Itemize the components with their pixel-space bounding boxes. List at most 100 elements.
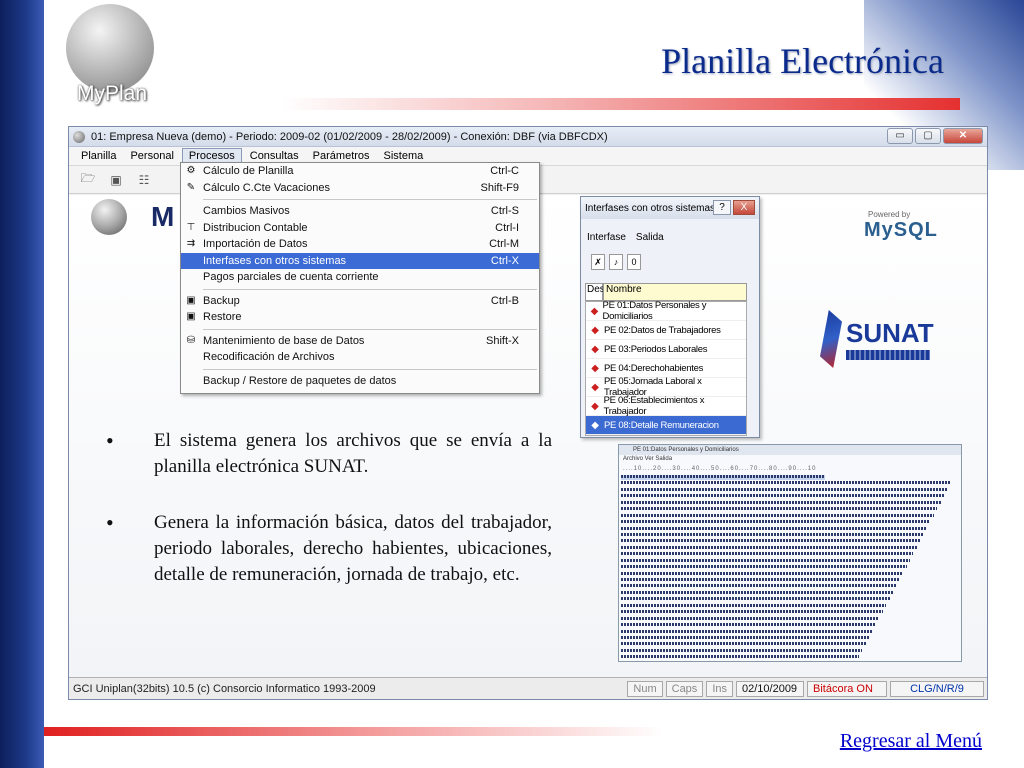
dropdown-item[interactable]: ⚙ Cálculo de Planilla Ctrl-C xyxy=(181,163,539,180)
dropdown-item-label: Interfases con otros sistemas xyxy=(203,254,347,267)
window-controls: ▭ ▢ ✕ xyxy=(887,128,983,144)
sunat-text: SUNAT xyxy=(846,318,934,348)
minimize-button[interactable]: ▭ xyxy=(887,128,913,144)
grid-icon[interactable]: ☷ xyxy=(133,170,155,190)
data-file-window: PE 01:Datos Personales y Domiciliarios A… xyxy=(618,444,962,662)
procesos-dropdown: ⚙ Cálculo de Planilla Ctrl-C ✎ Cálculo C.Cte… xyxy=(180,162,540,394)
data-record-line xyxy=(621,572,903,577)
dialog-menu-interfase[interactable]: Interfase xyxy=(587,232,626,243)
dropdown-item[interactable]: ✎ Cálculo C.Cte Vacaciones Shift-F9 xyxy=(181,180,539,197)
zero-icon[interactable]: 0 xyxy=(627,254,641,270)
menu-sistema[interactable]: Sistema xyxy=(378,149,430,163)
menu-separator xyxy=(203,288,537,290)
data-record-line xyxy=(621,617,879,622)
list-item[interactable]: ◆ PE 01:Datos Personales y Domiciliarios xyxy=(586,300,746,322)
dropdown-item[interactable]: Pagos parciales de cuenta corriente xyxy=(181,269,539,286)
powered-by-text: Powered by xyxy=(868,210,911,219)
data-record-line xyxy=(621,546,917,551)
database-icon: ⛁ xyxy=(186,334,196,346)
data-window-menu: Archivo Ver Salida xyxy=(623,456,673,462)
data-record-line xyxy=(621,630,873,635)
list-item[interactable]: ◆ PE 02:Datos de Trabajadores xyxy=(586,321,746,340)
status-ins: Ins xyxy=(706,680,733,697)
data-window-ruler: ....10....20....30....40....50....60....… xyxy=(623,466,817,472)
diamond-icon: ◆ xyxy=(590,305,599,317)
dialog-menu-salida[interactable]: Salida xyxy=(636,232,664,243)
slide: MyPlan Planilla Electrónica 01: Empresa … xyxy=(0,0,1024,768)
list-item[interactable]: ◆ PE 03:Periodos Laborales xyxy=(586,340,746,359)
dropdown-item-label: Distribucion Contable xyxy=(203,221,308,234)
menu-planilla[interactable]: Planilla xyxy=(75,149,122,163)
dialog-titlebar[interactable]: Interfases con otros sistemas ? X xyxy=(581,197,759,219)
diamond-icon: ◆ xyxy=(591,362,599,374)
dropdown-item[interactable]: Cambios Masivos Ctrl-S xyxy=(181,203,539,220)
folder-open-icon[interactable]: 🗁 xyxy=(77,170,99,190)
diamond-icon: ◆ xyxy=(591,381,599,393)
page-title: Planilla Electrónica xyxy=(661,41,944,81)
data-record-line xyxy=(621,539,920,544)
dialog-title: Interfases con otros sistemas xyxy=(585,202,716,214)
data-record-line xyxy=(621,520,930,525)
import-icon: ⇉ xyxy=(186,238,196,249)
dropdown-item[interactable]: Backup / Restore de paquetes de datos xyxy=(181,373,539,390)
list-item-label: PE 01:Datos Personales y Domiciliarios xyxy=(602,300,707,322)
dropdown-item-shortcut: Ctrl-X xyxy=(490,254,519,267)
status-num: Num xyxy=(627,680,663,697)
list-item-label: PE 06:Establecimientos x Trabajador xyxy=(603,395,705,417)
close-button[interactable]: ✕ xyxy=(943,128,983,144)
list-item-label: PE 08:Detalle Remuneracion xyxy=(604,419,719,431)
bullet-item-2: Genera la información básica, datos del … xyxy=(96,510,552,588)
dropdown-item[interactable]: Recodificación de Archivos xyxy=(181,349,539,366)
window-titlebar[interactable]: 01: Empresa Nueva (demo) - Periodo: 2009… xyxy=(69,127,987,147)
data-record-line xyxy=(621,584,896,589)
sunat-mark-icon xyxy=(820,310,842,368)
menu-consultas[interactable]: Consultas xyxy=(244,149,305,163)
note-icon[interactable]: ♪ xyxy=(609,254,623,270)
data-record-line xyxy=(621,597,890,602)
data-record-line xyxy=(621,565,907,570)
dropdown-item-label: Recodificación de Archivos xyxy=(203,351,335,364)
list-item[interactable]: ◆ PE 08:Detalle Remuneracion xyxy=(586,416,746,435)
interfaces-list: ◆ PE 01:Datos Personales y Domiciliarios ◆… xyxy=(585,300,747,436)
data-record-line xyxy=(621,475,825,481)
dropdown-item-label: Cambios Masivos xyxy=(203,205,290,218)
cancel-icon[interactable]: ✗ xyxy=(591,254,605,270)
logo-sphere-icon xyxy=(66,4,154,92)
menu-personal[interactable]: Personal xyxy=(124,149,179,163)
vacation-icon: ✎ xyxy=(186,181,196,193)
bullet-item-1: El sistema genera los archivos que se en… xyxy=(96,428,552,480)
diamond-icon: ◆ xyxy=(591,400,599,412)
header-dest[interactable]: Dest xyxy=(585,283,608,301)
status-date: 02/10/2009 xyxy=(736,680,804,697)
dropdown-item[interactable]: ▣ Restore xyxy=(181,309,539,326)
dropdown-item-label: Cálculo C.Cte Vacaciones xyxy=(203,181,330,194)
window-icon[interactable]: ▣ xyxy=(105,170,127,190)
menu-separator xyxy=(203,328,537,330)
dropdown-item[interactable]: Interfases con otros sistemas Ctrl-X xyxy=(181,252,539,269)
status-clg: CLG/N/R/9 xyxy=(890,680,984,697)
dropdown-item[interactable]: ⇉ Importación de Datos Ctrl-M xyxy=(181,236,539,253)
inner-logo-text: M xyxy=(151,201,175,232)
statusbar: GCI Uniplan(32bits) 10.5 (c) Consorcio I… xyxy=(69,677,987,699)
data-record-line xyxy=(621,623,876,628)
dropdown-item-label: Backup / Restore de paquetes de datos xyxy=(203,374,397,387)
help-button[interactable]: ? xyxy=(713,200,731,215)
data-record-line xyxy=(621,527,927,532)
dropdown-item[interactable]: ⊤ Distribucion Contable Ctrl-I xyxy=(181,220,539,237)
dropdown-item-shortcut: Ctrl-S xyxy=(490,205,519,218)
header-nombre[interactable]: Nombre xyxy=(603,283,747,301)
data-record-line xyxy=(621,642,866,647)
data-record-line xyxy=(621,507,937,512)
dropdown-item[interactable]: ▣ Backup Ctrl-B xyxy=(181,293,539,310)
list-item-label: PE 02:Datos de Trabajadores xyxy=(604,324,721,336)
menu-par-metros[interactable]: Parámetros xyxy=(307,149,376,163)
dropdown-item-label: Backup xyxy=(203,294,240,307)
dropdown-item[interactable]: ⛁ Mantenimiento de base de Datos Shift-X xyxy=(181,333,539,350)
return-to-menu-link[interactable]: Regresar al Menú xyxy=(840,730,982,753)
data-record-line xyxy=(621,533,924,538)
data-record-line xyxy=(621,494,944,499)
dropdown-item-label: Importación de Datos xyxy=(203,238,308,251)
list-item[interactable]: ◆ PE 06:Establecimientos x Trabajador xyxy=(586,395,746,417)
maximize-button[interactable]: ▢ xyxy=(915,128,941,144)
dialog-close-button[interactable]: X xyxy=(733,200,755,215)
